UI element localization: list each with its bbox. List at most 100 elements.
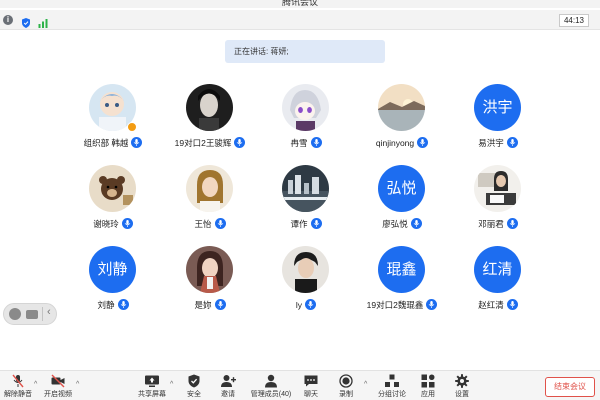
participant-name-row: 是妳 — [160, 298, 260, 312]
participant-name: qinjinyong — [375, 138, 415, 148]
share-caret-icon[interactable]: ^ — [170, 381, 173, 388]
participant-tile[interactable]: 谢晓玲 — [63, 165, 163, 235]
participant-avatar-initials: 刘静 — [89, 246, 136, 293]
participant-tile[interactable]: 刘静 刘静 — [63, 246, 163, 316]
participant-tile[interactable]: 19对口2王骏辉 — [160, 84, 260, 154]
participant-avatar-initials: 洪宇 — [474, 84, 521, 131]
settings-button[interactable]: 设置 — [448, 374, 476, 400]
photo-avatar-woman — [186, 246, 233, 293]
mic-icon[interactable] — [117, 299, 129, 311]
participant-name: 是妳 — [194, 300, 212, 310]
participant-name: 组织部 韩越 — [83, 138, 129, 148]
photo-avatar-sunset — [378, 84, 425, 131]
mic-icon[interactable] — [506, 218, 518, 230]
record-caret-icon[interactable]: ^ — [364, 381, 367, 388]
participant-tile[interactable]: 谭作 — [256, 165, 356, 235]
participant-tile[interactable]: qinjinyong — [352, 84, 452, 154]
end-meeting-button[interactable]: 结束会议 — [545, 377, 595, 397]
meeting-toolbar: 解除静音 ^ 开启视频 ^ 共享屏幕 ^ 安全 邀请 管理成员(40) 聊天 录… — [0, 370, 600, 400]
security-button[interactable]: 安全 — [180, 374, 208, 400]
participant-name: 廖弘悦 — [382, 219, 408, 229]
participant-tile[interactable]: 是妳 — [160, 246, 260, 316]
host-badge-icon — [127, 122, 137, 132]
reaction-pill[interactable]: ‹ — [3, 303, 57, 325]
mic-icon[interactable] — [506, 299, 518, 311]
mic-icon[interactable] — [310, 218, 322, 230]
participant-name: 邓丽君 — [478, 219, 504, 229]
chat-button[interactable]: 聊天 — [297, 374, 325, 400]
mic-icon[interactable] — [214, 218, 226, 230]
participant-tile[interactable]: 邓丽君 — [448, 165, 548, 235]
participant-name-row: 邓丽君 — [448, 217, 548, 231]
apps-icon — [420, 374, 436, 388]
participant-tile[interactable]: ly — [256, 246, 356, 316]
apps-button[interactable]: 应用 — [414, 374, 442, 400]
invite-button[interactable]: 邀请 — [214, 374, 242, 400]
members-icon — [263, 374, 279, 388]
record-button[interactable]: 录制 — [332, 374, 360, 400]
photo-avatar-city — [282, 165, 329, 212]
photo-avatar-desk — [474, 165, 521, 212]
participant-name: ly — [295, 300, 303, 310]
camera-off-icon — [50, 374, 66, 388]
breakout-button[interactable]: 分组讨论 — [376, 374, 408, 400]
participant-name-row: ly — [256, 298, 356, 312]
participant-tile[interactable]: 王怡 — [160, 165, 260, 235]
participant-name: 赵红清 — [478, 300, 504, 310]
manage-members-button[interactable]: 管理成员(40) — [250, 374, 292, 400]
photo-avatar-bear — [89, 165, 136, 212]
participant-tile[interactable]: 组织部 韩越 — [63, 84, 163, 154]
mic-icon[interactable] — [131, 137, 143, 149]
mic-icon[interactable] — [426, 299, 438, 311]
mic-icon[interactable] — [310, 137, 322, 149]
emoji-icon[interactable] — [9, 308, 21, 320]
video-button[interactable]: 开启视频 — [43, 374, 73, 400]
participant-name-row: 冉雪 — [256, 136, 356, 150]
mic-icon[interactable] — [234, 137, 246, 149]
keyboard-icon[interactable] — [26, 310, 38, 319]
share-screen-icon — [144, 374, 160, 388]
participant-name: 谭作 — [290, 219, 308, 229]
unmute-caret-icon[interactable]: ^ — [34, 381, 37, 388]
participant-name-row: 19对口2王骏辉 — [160, 136, 260, 150]
participant-name-row: 19对口2魏琨鑫 — [352, 298, 452, 312]
shield-icon — [186, 374, 202, 388]
participant-tile[interactable]: 弘悦廖弘悦 — [352, 165, 452, 235]
participant-tile[interactable]: 冉雪 — [256, 84, 356, 154]
participant-name-row: 刘静 — [63, 298, 163, 312]
video-caret-icon[interactable]: ^ — [76, 381, 79, 388]
mic-icon[interactable] — [417, 137, 429, 149]
participant-name: 19对口2魏琨鑫 — [366, 300, 424, 310]
participant-avatar-initials: 红清 — [474, 246, 521, 293]
participant-name-row: qinjinyong — [352, 136, 452, 150]
participant-name: 刘静 — [97, 300, 115, 310]
mic-icon[interactable] — [506, 137, 518, 149]
add-user-icon — [220, 374, 236, 388]
participant-name: 王怡 — [194, 219, 212, 229]
participant-tile[interactable]: 红清赵红清 — [448, 246, 548, 316]
participant-tile[interactable]: 洪宇易洪宇 — [448, 84, 548, 154]
photo-avatar-portrait — [186, 84, 233, 131]
record-icon — [338, 374, 354, 388]
mic-icon[interactable] — [410, 218, 422, 230]
chat-icon — [303, 374, 319, 388]
participant-name-row: 谭作 — [256, 217, 356, 231]
participant-name: 19对口2王骏辉 — [174, 138, 232, 148]
participant-name: 谢晓玲 — [93, 219, 119, 229]
photo-avatar-boy — [282, 246, 329, 293]
participant-avatar-initials: 弘悦 — [378, 165, 425, 212]
mic-icon[interactable] — [305, 299, 317, 311]
participant-tile[interactable]: 琨鑫 19对口2魏琨鑫 — [352, 246, 452, 316]
breakout-rooms-icon — [384, 374, 400, 388]
participant-name-row: 王怡 — [160, 217, 260, 231]
participant-avatar-initials: 琨鑫 — [378, 246, 425, 293]
unmute-button[interactable]: 解除静音 — [4, 374, 32, 400]
participant-name: 易洪宇 — [478, 138, 504, 148]
mic-icon[interactable] — [214, 299, 226, 311]
participant-name-row: 廖弘悦 — [352, 217, 452, 231]
participant-name: 冉雪 — [290, 138, 308, 148]
photo-avatar-anime — [282, 84, 329, 131]
mic-icon[interactable] — [121, 218, 133, 230]
chevron-left-icon[interactable]: ‹ — [47, 306, 51, 318]
share-screen-button[interactable]: 共享屏幕 — [137, 374, 167, 400]
